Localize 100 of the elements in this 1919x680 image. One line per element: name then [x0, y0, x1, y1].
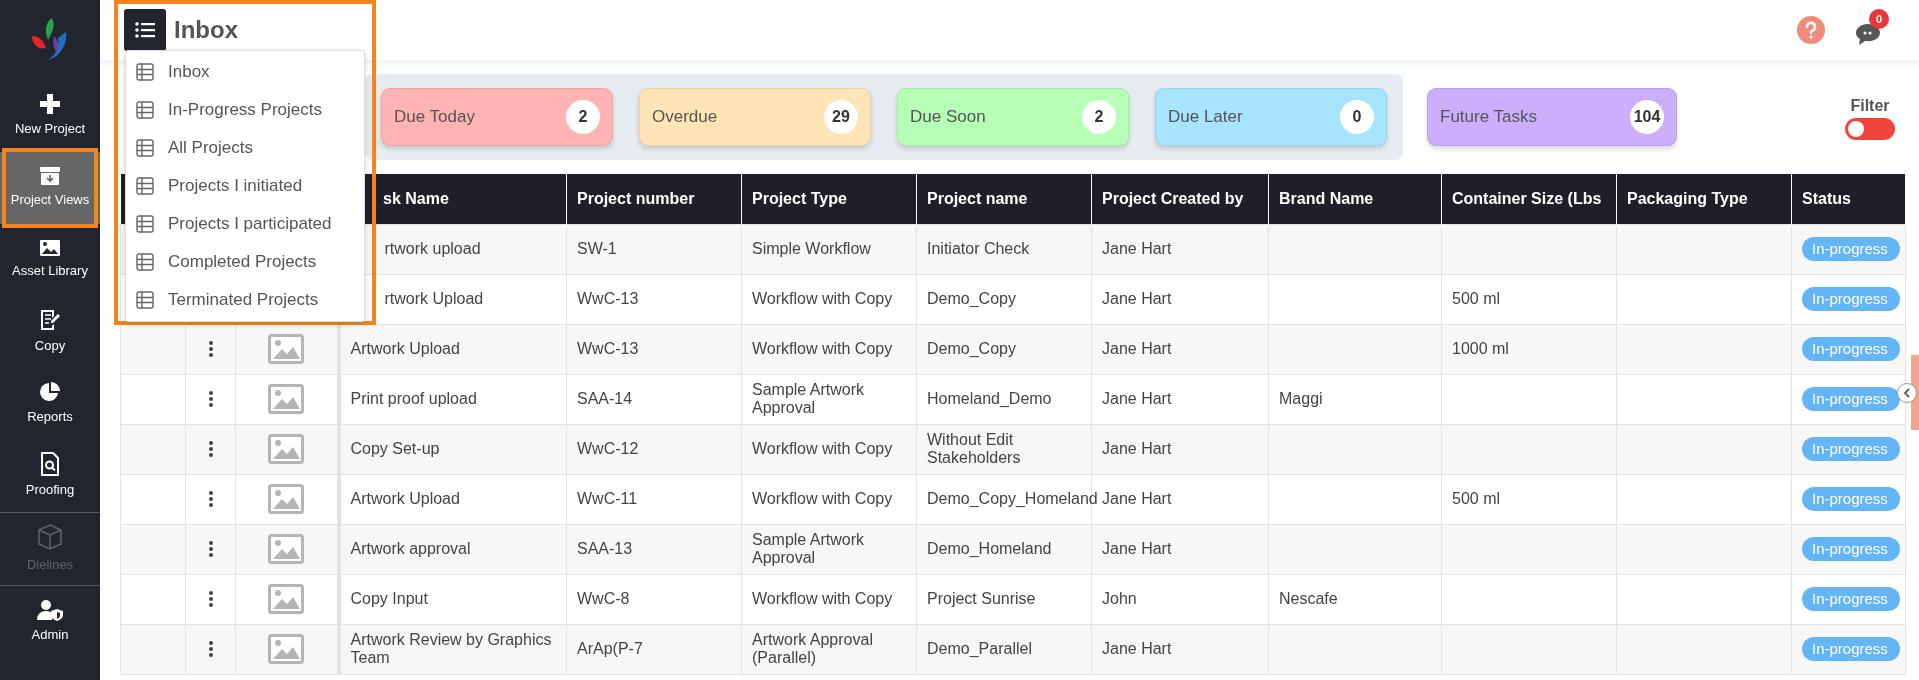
image-icon: [39, 239, 61, 258]
menu-item[interactable]: Inbox: [126, 53, 364, 91]
table-cell: Jane Hart: [1102, 390, 1172, 408]
page-title: Inbox: [174, 15, 238, 45]
column-header[interactable]: Packaging Type: [1616, 174, 1792, 224]
table-icon: [136, 177, 154, 195]
table-cell: Jane Hart: [1102, 490, 1172, 508]
menu-item[interactable]: Terminated Projects: [126, 281, 364, 319]
table-cell: WwC-13: [577, 340, 639, 358]
sidebar-item[interactable]: Admin: [0, 586, 100, 658]
sidebar-item[interactable]: Reports: [0, 368, 100, 440]
more-icon[interactable]: [207, 490, 214, 509]
status-badge: In-progress: [1802, 236, 1900, 262]
table-cell: Homeland_Demo: [927, 390, 1052, 408]
more-icon[interactable]: [207, 640, 214, 659]
due-card[interactable]: Future Tasks 104: [1427, 88, 1677, 146]
filter-toggle[interactable]: [1845, 118, 1895, 140]
table-cell: Workflow with Copy: [752, 340, 893, 358]
image-placeholder-icon: [268, 634, 305, 664]
table-icon: [136, 139, 154, 157]
table-cell: Jane Hart: [1102, 240, 1172, 258]
table-cell: Nescafe: [1279, 590, 1338, 608]
table-cell: Demo_Homeland: [927, 540, 1052, 558]
image-placeholder-icon: [268, 384, 305, 414]
column-header[interactable]: Project number: [566, 174, 742, 224]
menu-button[interactable]: [124, 9, 166, 51]
table-cell: Jane Hart: [1102, 340, 1172, 358]
table-cell: Jane Hart: [1102, 290, 1172, 308]
column-header[interactable]: Brand Name: [1268, 174, 1442, 224]
status-badge: In-progress: [1802, 486, 1900, 512]
menu-item[interactable]: Completed Projects: [126, 243, 364, 281]
table-cell: Artwork approval: [350, 540, 471, 558]
table-icon: [136, 101, 154, 119]
table-cell: Workflow with Copy: [752, 590, 893, 608]
table-icon: [136, 215, 154, 233]
table-icon: [136, 253, 154, 271]
column-header[interactable]: Container Size (Lbs: [1441, 174, 1617, 224]
status-badge: In-progress: [1802, 386, 1900, 412]
chat-icon[interactable]: [1855, 21, 1881, 47]
table-cell: Jane Hart: [1102, 440, 1172, 458]
more-icon[interactable]: [207, 590, 214, 609]
table-cell: 500 ml: [1452, 490, 1501, 508]
table-cell: Print proof upload: [350, 390, 477, 408]
image-placeholder-icon: [268, 534, 305, 564]
status-badge: In-progress: [1802, 286, 1900, 312]
table-cell: rtwork Upload: [384, 290, 484, 308]
column-header[interactable]: Project Type: [741, 174, 917, 224]
sidebar-item[interactable]: Copy: [0, 296, 100, 368]
table-cell: Simple Workflow: [752, 240, 871, 258]
table-cell: WwC-11: [577, 490, 638, 508]
table-cell: Workflow with Copy: [752, 490, 893, 508]
column-header[interactable]: Project name: [916, 174, 1092, 224]
more-icon[interactable]: [207, 440, 214, 459]
count-badge: 29: [824, 100, 858, 134]
column-header[interactable]: Project Created by: [1091, 174, 1269, 224]
more-icon[interactable]: [207, 540, 214, 559]
table-cell: Jane Hart: [1102, 640, 1172, 658]
table-cell: John: [1102, 590, 1137, 608]
sidebar-item[interactable]: Proofing: [0, 440, 100, 512]
sidebar-item[interactable]: Asset Library: [0, 224, 100, 296]
table-cell: 500 ml: [1452, 290, 1501, 308]
due-card[interactable]: Due Today 2: [381, 88, 613, 146]
status-badge: In-progress: [1802, 336, 1900, 362]
user-shield-icon: [36, 599, 64, 622]
table-cell: ArAp(P-7: [577, 640, 643, 658]
table-cell: Artwork Review by Graphics Team: [350, 631, 552, 666]
status-badge: In-progress: [1802, 436, 1900, 462]
menu-item[interactable]: All Projects: [126, 129, 364, 167]
more-icon[interactable]: [207, 340, 214, 359]
table-cell: Demo_Copy_Homeland: [927, 490, 1098, 508]
column-header[interactable]: Status: [1791, 174, 1906, 224]
table-cell: SAA-13: [577, 540, 633, 558]
table-cell: Artwork Approval (Parallel): [752, 631, 873, 666]
count-badge: 2: [566, 100, 600, 134]
image-placeholder-icon: [268, 334, 305, 364]
collapse-handle[interactable]: [1897, 383, 1917, 403]
plus-icon: [39, 93, 61, 116]
table-cell: WwC-8: [577, 590, 630, 608]
menu-item[interactable]: In-Progress Projects: [126, 91, 364, 129]
due-card[interactable]: Overdue 29: [639, 88, 871, 146]
table-cell: WwC-12: [577, 440, 639, 458]
notification-count: 0: [1869, 9, 1889, 29]
table-cell: rtwork upload: [384, 240, 481, 258]
sidebar-item[interactable]: New Project: [0, 80, 100, 152]
filter-label: Filter: [1850, 96, 1890, 116]
table-icon: [136, 291, 154, 309]
count-badge: 0: [1340, 100, 1374, 134]
table-cell: Without Edit Stakeholders: [927, 431, 1021, 466]
document-search-icon: [40, 452, 60, 477]
table-icon: [136, 63, 154, 81]
table-cell: Sample Artwork Approval: [752, 531, 865, 566]
table-cell: Workflow with Copy: [752, 290, 893, 308]
due-card[interactable]: Due Later 0: [1155, 88, 1387, 146]
more-icon[interactable]: [207, 390, 214, 409]
table-cell: SW-1: [577, 240, 617, 258]
table-cell: Demo_Copy: [927, 290, 1016, 308]
table-cell: Project Sunrise: [927, 590, 1036, 608]
status-badge: In-progress: [1802, 586, 1900, 612]
due-card[interactable]: Due Soon 2: [897, 88, 1129, 146]
document-edit-icon: [38, 308, 62, 333]
